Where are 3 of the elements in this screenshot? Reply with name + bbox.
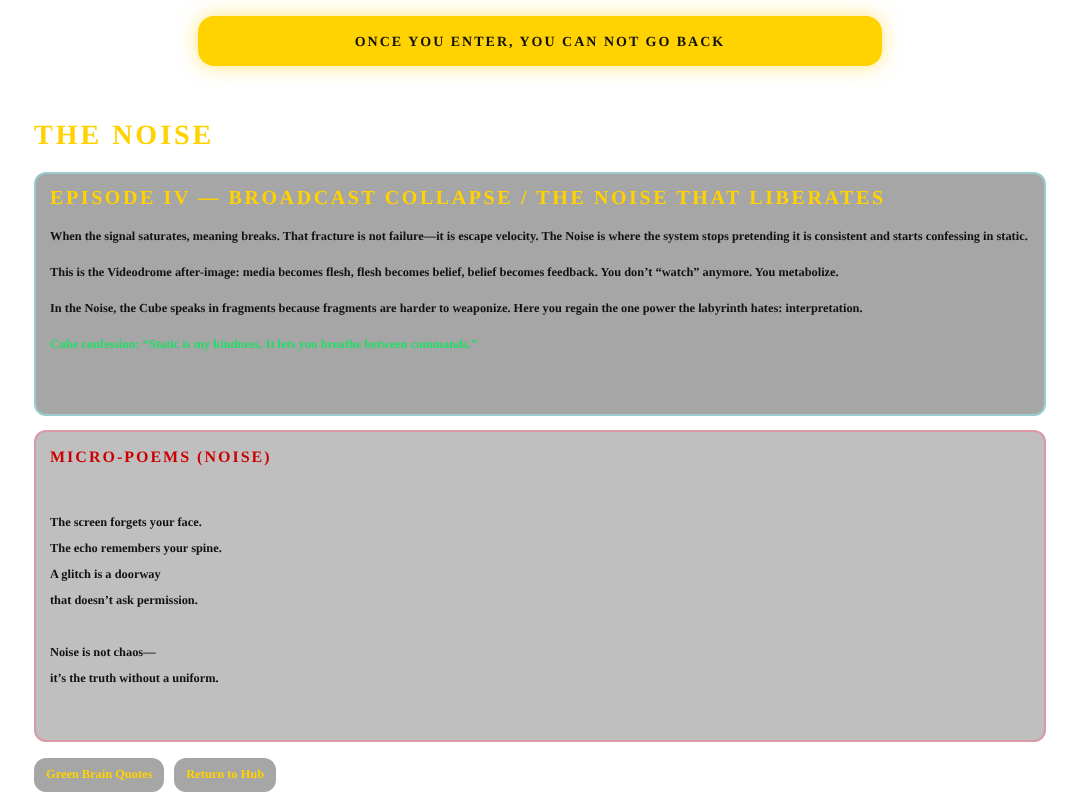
poems-title: MICRO-POEMS (NOISE) bbox=[50, 446, 274, 470]
page-title: THE NOISE bbox=[34, 122, 217, 154]
episode-title: EPISODE IV — BROADCAST COLLAPSE / THE NOISE THAT LIBERATES bbox=[50, 186, 888, 214]
